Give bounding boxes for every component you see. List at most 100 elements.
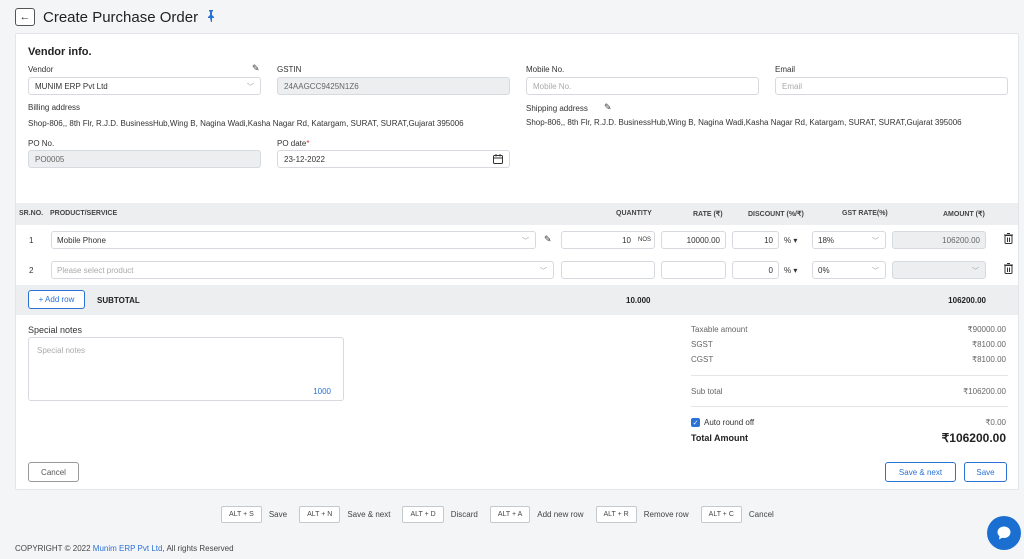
po-date-label-text: PO date (277, 139, 307, 148)
discount-type-select[interactable]: % ▾ (784, 266, 797, 275)
shortcut-key-discard: ALT + D (402, 506, 444, 523)
special-notes-textarea[interactable]: Special notes 1000 (28, 337, 344, 401)
pin-icon[interactable] (206, 9, 216, 25)
keyboard-shortcuts: ALT + S Save ALT + N Save & next ALT + D… (221, 506, 786, 523)
sgst-label: SGST (691, 340, 713, 349)
product-value: Mobile Phone (57, 235, 106, 245)
unit-label: NOS (638, 237, 652, 243)
summary-divider (691, 406, 1008, 407)
mobile-label: Mobile No. (526, 65, 565, 74)
discount-type-value: % (784, 266, 792, 275)
special-notes-label: Special notes (28, 325, 83, 335)
po-date-label: PO date* (277, 139, 309, 148)
chevron-down-icon: ﹀ (247, 84, 254, 91)
total-amount-label: Total Amount (691, 433, 748, 443)
delete-row-icon[interactable] (1004, 233, 1013, 247)
round-off-value: ₹0.00 (985, 418, 1006, 427)
row-number: 1 (29, 236, 34, 245)
copyright: COPYRIGHT © 2022 Munim ERP Pvt Ltd, All … (15, 544, 234, 553)
purchase-order-form: Vendor info. Vendor ✎ MUNIM ERP Pvt Ltd … (15, 33, 1019, 490)
char-count: 1000 (313, 387, 331, 396)
discount-input[interactable]: 0 (732, 261, 779, 279)
mobile-input[interactable]: Mobile No. (526, 77, 759, 95)
gst-select[interactable]: 18% ﹀ (812, 231, 886, 249)
auto-round-off-label: Auto round off (704, 418, 755, 427)
product-select[interactable]: Mobile Phone ﹀ (51, 231, 536, 249)
po-no-field: PO0005 (28, 150, 261, 168)
subtotal-bar: + Add row SUBTOTAL 10.000 106200.00 (16, 285, 1018, 315)
po-date-input[interactable]: 23-12-2022 (277, 150, 510, 168)
auto-round-off-checkbox[interactable]: ✓ (691, 418, 700, 427)
shortcut-label-add-row: Add new row (537, 510, 584, 519)
product-select[interactable]: Please select product ﹀ (51, 261, 554, 279)
total-amount-value: ₹106200.00 (941, 431, 1006, 445)
quantity-input[interactable] (561, 261, 655, 279)
edit-shipping-icon[interactable]: ✎ (604, 102, 612, 113)
amount-field: 106200.00 (892, 231, 986, 249)
discount-type-select[interactable]: % ▾ (784, 236, 797, 245)
chevron-down-icon: ﹀ (540, 268, 547, 275)
shortcut-key-save: ALT + S (221, 506, 262, 523)
subtotal-quantity: 10.000 (626, 296, 651, 305)
cancel-button[interactable]: Cancel (28, 462, 79, 482)
items-table-header: SR.NO. PRODUCT/SERVICE QUANTITY RATE (₹)… (16, 203, 1018, 225)
shortcut-label-cancel: Cancel (748, 510, 774, 519)
email-input[interactable]: Email (775, 77, 1008, 95)
gstin-field: 24AAGCC9425N1Z6 (277, 77, 510, 95)
shortcut-label-remove-row: Remove row (643, 510, 689, 519)
back-button[interactable]: ← (15, 8, 35, 26)
summary-divider (691, 375, 1008, 376)
required-marker: * (306, 139, 310, 148)
chat-button[interactable] (987, 516, 1021, 550)
vendor-label: Vendor (28, 65, 54, 74)
col-gst: GST RATE(%) (842, 210, 888, 217)
col-amount: AMOUNT (₹) (943, 211, 985, 218)
po-no-label: PO No. (28, 139, 55, 148)
col-srno: SR.NO. (19, 210, 44, 217)
col-discount: DISCOUNT (%/₹) (748, 211, 804, 218)
edit-product-icon[interactable]: ✎ (544, 234, 552, 245)
discount-input[interactable]: 10 (732, 231, 779, 249)
gstin-label: GSTIN (277, 65, 302, 74)
taxable-amount-value: ₹90000.00 (967, 325, 1006, 334)
chevron-down-icon: ﹀ (872, 268, 879, 275)
arrow-left-icon: ← (19, 11, 31, 23)
email-label: Email (775, 65, 796, 74)
rate-input[interactable] (661, 261, 726, 279)
calendar-icon[interactable] (493, 154, 503, 166)
amount-field: ﹀ (892, 261, 986, 279)
rate-input[interactable]: 10000.00 (661, 231, 726, 249)
save-next-button[interactable]: Save & next (885, 462, 956, 482)
edit-vendor-icon[interactable]: ✎ (252, 63, 260, 74)
shortcut-key-remove-row: ALT + R (595, 506, 637, 523)
col-product: PRODUCT/SERVICE (50, 210, 118, 217)
subtotal-amount: 106200.00 (948, 296, 986, 305)
chevron-down-icon: ﹀ (872, 238, 879, 245)
gst-select[interactable]: 0% ﹀ (812, 261, 886, 279)
copyright-suffix: , All rights Reserved (162, 544, 234, 553)
cgst-label: CGST (691, 355, 714, 364)
add-row-button[interactable]: + Add row (28, 290, 85, 309)
chevron-down-icon: ﹀ (972, 268, 979, 275)
page-title: Create Purchase Order (43, 8, 199, 26)
chat-icon (997, 526, 1011, 540)
billing-address-value: Shop-806,, 8th Flr, R.J.D. BusinessHub,W… (28, 119, 464, 128)
company-link[interactable]: Munim ERP Pvt Ltd (93, 544, 163, 553)
shortcut-label-save-next: Save & next (347, 510, 391, 519)
po-date-value: 23-12-2022 (284, 154, 325, 164)
cgst-value: ₹8100.00 (971, 355, 1006, 364)
save-button[interactable]: Save (964, 462, 1007, 482)
gst-value: 0% (818, 265, 830, 275)
shortcut-label-save: Save (268, 510, 288, 519)
col-rate: RATE (₹) (693, 211, 723, 218)
vendor-select[interactable]: MUNIM ERP Pvt Ltd ﹀ (28, 77, 261, 95)
shortcut-key-save-next: ALT + N (299, 506, 341, 523)
col-quantity: QUANTITY (616, 210, 652, 217)
product-placeholder: Please select product (57, 265, 134, 275)
delete-row-icon[interactable] (1004, 263, 1013, 277)
chevron-down-icon: ﹀ (522, 238, 529, 245)
shortcut-label-discard: Discard (450, 510, 478, 519)
shortcut-key-add-row: ALT + A (489, 506, 531, 523)
shipping-address-value: Shop-806,, 8th Flr, R.J.D. BusinessHub,W… (526, 118, 962, 127)
vendor-section-title: Vendor info. (28, 46, 92, 58)
